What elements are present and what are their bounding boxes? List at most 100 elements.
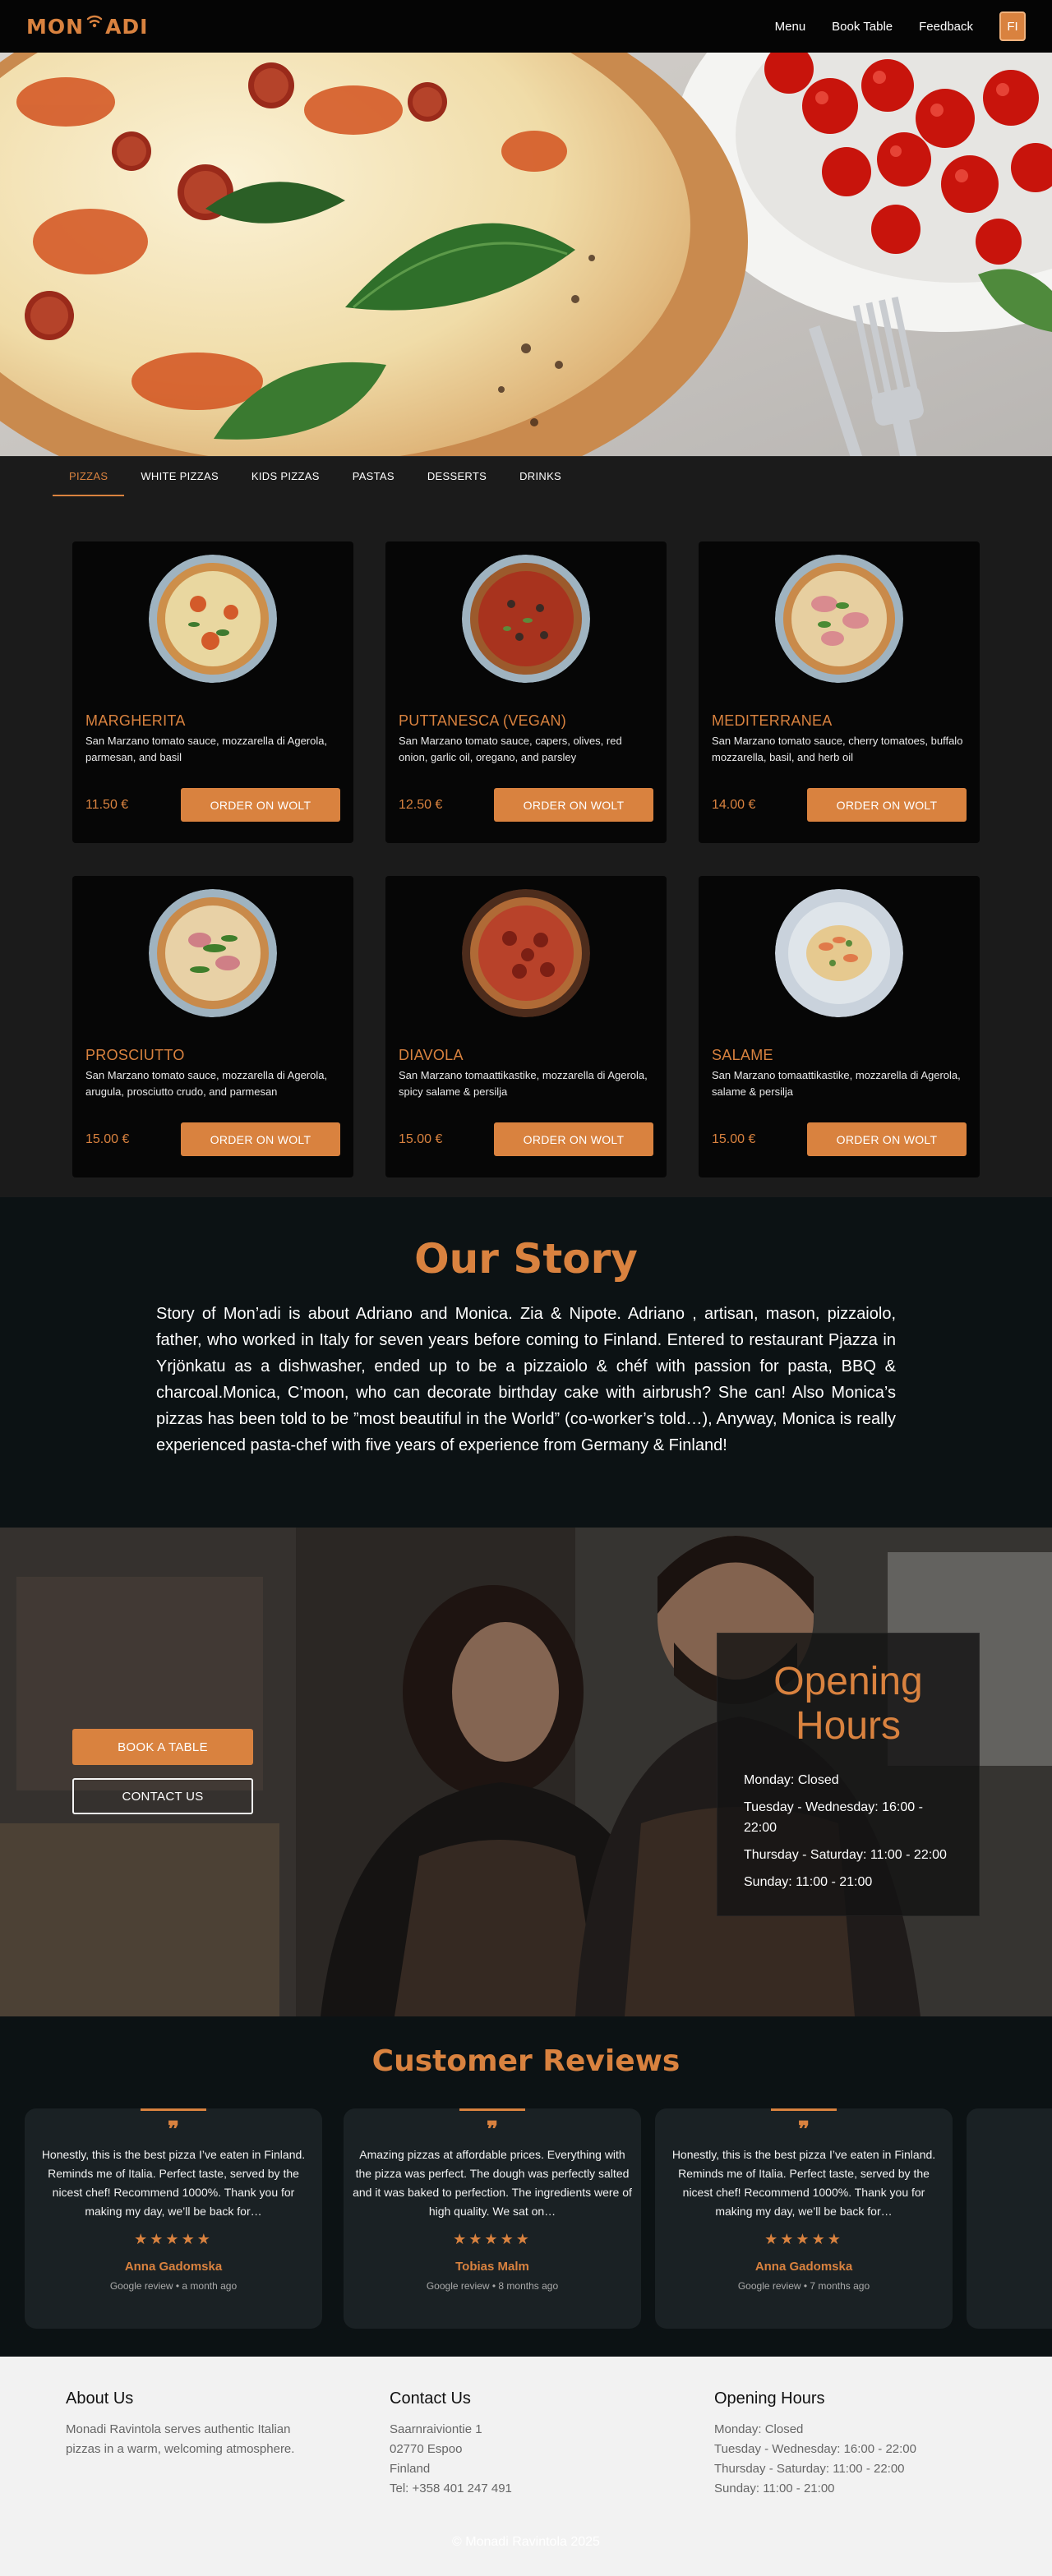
- pizza-name: SALAME: [712, 1047, 773, 1063]
- copyright: © Monadi Ravintola 2025: [452, 2535, 600, 2549]
- menu-category-tabs: PIZZAS WHITE PIZZAS KIDS PIZZAS PASTAS D…: [0, 456, 1052, 496]
- pizza-name: DIAVOLA: [399, 1047, 464, 1063]
- pizza-description: San Marzano tomaattikastike, mozzarella …: [712, 1069, 961, 1098]
- pizza-image: [775, 889, 903, 1017]
- pizza-description: San Marzano tomato sauce, mozzarella di …: [85, 735, 328, 763]
- logo[interactable]: MON ADI: [26, 15, 148, 39]
- story-text: Story of Mon’adi is about Adriano and Mo…: [156, 1305, 896, 1454]
- story-title: Our Story: [414, 1235, 638, 1283]
- pizza-name: PUTTANESCA (VEGAN): [399, 712, 567, 729]
- footer-contact-line: Tel: +358 401 247 491: [390, 2482, 512, 2495]
- order-on-wolt-button[interactable]: ORDER ON WOLT: [181, 1122, 340, 1156]
- pizza-image: [462, 555, 590, 683]
- contact-us-button[interactable]: CONTACT US: [72, 1778, 253, 1814]
- pizza-description: San Marzano tomaattikastike, mozzarella …: [399, 1069, 648, 1098]
- hours-line: Monday: Closed: [744, 1773, 839, 1787]
- review-source: Google review • 7 months ago: [737, 2280, 870, 2292]
- review-card: ❞ Honestly, this is the best pizza I’ve …: [655, 2108, 953, 2329]
- menu-section: MARGHERITA San Marzano tomato sauce, moz…: [0, 495, 1052, 1197]
- review-author: Tobias Malm: [455, 2260, 529, 2274]
- language-toggle-button[interactable]: FI: [999, 12, 1026, 41]
- pizza-image: [149, 555, 277, 683]
- quote-icon: ❞: [487, 2117, 498, 2142]
- pizza-price: 14.00 €: [712, 797, 756, 812]
- pizza-name: MEDITERRANEA: [712, 712, 833, 729]
- review-stars: ★★★★★: [134, 2231, 213, 2247]
- reviews-carousel[interactable]: ❞ Honestly, this is the best pizza I’ve …: [0, 2108, 1052, 2329]
- review-stars: ★★★★★: [764, 2231, 843, 2247]
- menu-card: PROSCIUTTO San Marzano tomato sauce, moz…: [72, 876, 353, 1177]
- tab-desserts[interactable]: DESSERTS: [411, 457, 503, 496]
- order-on-wolt-button[interactable]: ORDER ON WOLT: [807, 1122, 967, 1156]
- tab-kids-pizzas[interactable]: KIDS PIZZAS: [235, 457, 336, 496]
- hours-line: Sunday: 11:00 - 21:00: [744, 1875, 873, 1889]
- hero-image: [0, 53, 1052, 456]
- nav-links: Menu Book Table Feedback FI: [775, 12, 1026, 41]
- customer-reviews-section: Customer Reviews ❞ Honestly, this is the…: [0, 2016, 1052, 2357]
- hours-line: Thursday - Saturday: 11:00 - 22:00: [744, 1848, 947, 1862]
- menu-card: PUTTANESCA (VEGAN) San Marzano tomato sa…: [385, 541, 667, 843]
- menu-grid: MARGHERITA San Marzano tomato sauce, moz…: [72, 541, 980, 1177]
- review-accent-bar: [459, 2108, 525, 2111]
- order-on-wolt-button[interactable]: ORDER ON WOLT: [494, 1122, 653, 1156]
- quote-icon: ❞: [168, 2117, 179, 2142]
- our-story-section: Our Story Story of Mon’adi is about Adri…: [0, 1197, 1052, 1528]
- nav-link-book-table[interactable]: Book Table: [832, 20, 893, 34]
- book-a-table-button[interactable]: BOOK A TABLE: [72, 1729, 253, 1765]
- review-source: Google review • a month ago: [109, 2280, 238, 2292]
- tab-white-pizzas[interactable]: WHITE PIZZAS: [124, 457, 235, 496]
- opening-hours-title: Opening Hours: [773, 1660, 923, 1748]
- footer-about-text: Monadi Ravintola serves authentic Italia…: [66, 2422, 295, 2456]
- review-stars: ★★★★★: [453, 2231, 532, 2247]
- menu-card: MEDITERRANEA San Marzano tomato sauce, c…: [699, 541, 980, 843]
- order-on-wolt-button[interactable]: ORDER ON WOLT: [181, 788, 340, 822]
- pizza-name: MARGHERITA: [85, 712, 186, 729]
- review-card-partial: [967, 2108, 1052, 2329]
- order-on-wolt-button[interactable]: ORDER ON WOLT: [807, 788, 967, 822]
- footer-contact-title: Contact Us: [390, 2389, 471, 2408]
- tab-pastas[interactable]: PASTAS: [336, 457, 411, 496]
- footer-contact-line: 02770 Espoo: [390, 2442, 463, 2456]
- pizza-description: San Marzano tomato sauce, cherry tomatoe…: [712, 735, 963, 763]
- review-card: ❞ Amazing pizzas at affordable prices. E…: [344, 2108, 641, 2329]
- footer-contact-line: Saarnraiviontie 1: [390, 2422, 482, 2436]
- review-author: Anna Gadomska: [124, 2260, 223, 2274]
- top-nav: MON ADI Menu Book Table Feedback FI: [0, 0, 1052, 53]
- footer-hours-line: Monday: Closed: [714, 2422, 804, 2436]
- pizza-image: [462, 889, 590, 1017]
- order-on-wolt-button[interactable]: ORDER ON WOLT: [494, 788, 653, 822]
- pizza-price: 12.50 €: [399, 797, 443, 812]
- review-text: Amazing pizzas at affordable prices. Eve…: [353, 2148, 632, 2218]
- pizza-price: 15.00 €: [399, 1131, 443, 1146]
- review-text: Honestly, this is the best pizza I’ve ea…: [41, 2148, 306, 2218]
- footer-hours-title: Opening Hours: [714, 2389, 825, 2408]
- nav-link-feedback[interactable]: Feedback: [919, 20, 973, 34]
- review-text: Honestly, this is the best pizza I’ve ea…: [671, 2148, 936, 2218]
- footer-about-title: About Us: [66, 2389, 134, 2408]
- footer-hours-line: Thursday - Saturday: 11:00 - 22:00: [714, 2462, 905, 2476]
- nav-link-menu[interactable]: Menu: [775, 20, 806, 34]
- pizza-image: [149, 889, 277, 1017]
- review-card: ❞ Honestly, this is the best pizza I’ve …: [25, 2108, 322, 2329]
- pizza-price: 15.00 €: [85, 1131, 130, 1146]
- tab-drinks[interactable]: DRINKS: [503, 457, 578, 496]
- footer-hours-line: Sunday: 11:00 - 21:00: [714, 2482, 835, 2495]
- menu-card: SALAME San Marzano tomaattikastike, mozz…: [699, 876, 980, 1177]
- pizza-description: San Marzano tomato sauce, mozzarella di …: [85, 1069, 328, 1098]
- owners-photo-section: BOOK A TABLE CONTACT US Opening Hours Mo…: [0, 1528, 1052, 2016]
- hero-pizza-illustration: [0, 53, 1052, 456]
- review-source: Google review • 8 months ago: [426, 2280, 559, 2292]
- pizza-image: [775, 555, 903, 683]
- footer: About Us Monadi Ravintola serves authent…: [0, 2357, 1052, 2576]
- review-author: Anna Gadomska: [754, 2260, 853, 2274]
- pizza-name: PROSCIUTTO: [85, 1047, 185, 1063]
- footer-hours-line: Tuesday - Wednesday: 16:00 - 22:00: [714, 2442, 916, 2456]
- review-accent-bar: [141, 2108, 206, 2111]
- pizza-description: San Marzano tomato sauce, capers, olives…: [399, 735, 622, 763]
- logo-text-left: MON: [26, 14, 85, 39]
- footer-hours: Opening Hours Monday: Closed Tuesday - W…: [714, 2389, 977, 2499]
- tab-pizzas[interactable]: PIZZAS: [53, 457, 125, 496]
- footer-contact-line: Finland: [390, 2462, 431, 2476]
- quote-icon: ❞: [798, 2117, 810, 2142]
- logo-text-right: ADI: [105, 14, 149, 39]
